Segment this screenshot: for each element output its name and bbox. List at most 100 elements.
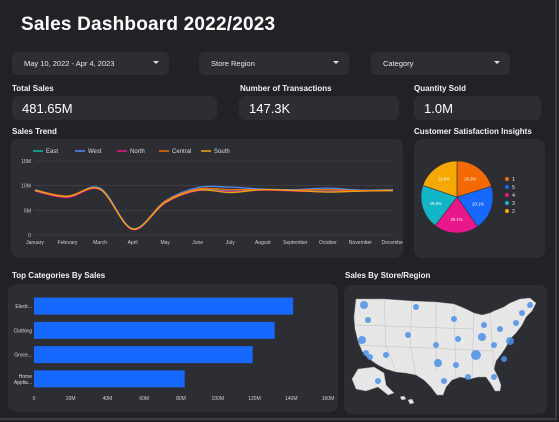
x-tick-label: 40M [103,396,113,402]
map-marker [513,320,519,326]
category-filter[interactable]: Category [371,52,510,75]
map-marker [451,316,457,322]
satisfaction-card: 20.2% 20.1% 20.1% 19.8% 19.8% 1 5 4 3 2 [414,139,545,258]
map-marker [491,342,497,348]
satisfaction-pie-chart: 20.2% 20.1% 20.1% 19.8% 19.8% 1 5 4 3 2 [420,160,515,234]
x-tick-label: October [319,240,337,246]
legend-label: East [46,149,58,155]
quantity-value: 1.0M [424,100,453,116]
category-label: Applia... [14,380,32,386]
map-marker [471,350,481,360]
pie-data-label: 19.8% [430,201,442,206]
quantity-label: Quantity Sold [414,84,466,93]
map-marker [527,302,533,308]
sales-trend-chart: 0 5M 10M 15M January February March April May Jun… [21,149,405,246]
store-region-label: Store Region [211,59,255,68]
by-store-heading: Sales By Store/Region [345,271,431,280]
category-label: Electr... [15,304,32,310]
alaska-shape [351,366,395,396]
category-bar [34,370,185,388]
hawaii-shape [399,395,415,405]
x-tick-label: March [93,240,107,246]
total-sales-value: 481.65M [22,100,73,116]
legend-swatch [505,193,509,197]
quantity-card: 1.0M [414,96,541,120]
store-region-filter[interactable]: Store Region [199,52,349,75]
legend-label: North [130,149,145,155]
series-line-central [34,187,394,230]
legend-label: South [214,149,230,155]
legend-label: 5 [512,185,515,191]
x-tick-label: August [255,240,271,246]
chevron-down-icon [333,61,339,64]
pie-data-label: 19.8% [438,176,450,181]
x-tick-label: 160M [322,396,335,402]
x-tick-label: November [349,240,372,246]
date-range-value: May 10, 2022 - Apr 4, 2023 [24,59,115,68]
x-tick-label: February [58,240,79,246]
total-sales-card: 481.65M [12,96,217,120]
category-label: Groce... [14,353,32,359]
map-marker [465,374,471,380]
map-marker [491,374,497,380]
legend-label: Central [172,149,191,155]
top-categories-card: 0 20M 40M 60M 80M 100M 120M 140M 160M Electr... Cl… [8,284,338,412]
x-tick-label: 100M [211,396,224,402]
x-tick-label: 140M [285,396,298,402]
map-marker [358,336,366,344]
page-title: Sales Dashboard 2022/2023 [21,14,276,35]
legend-swatch [505,209,509,213]
series-line-south [34,187,394,230]
map-marker [360,301,368,309]
category-label: Clothing [14,328,33,334]
y-tick-label: 0 [28,233,31,239]
map-marker [455,336,461,342]
legend-label: 3 [512,201,515,207]
map-marker [367,354,373,360]
map-marker [405,332,411,338]
map-marker [501,356,507,362]
legend-label: 2 [512,209,515,215]
legend-swatch [505,177,509,181]
x-tick-label: 20M [66,396,76,402]
x-tick-label: April [128,240,138,246]
sales-trend-card: 0 5M 10M 15M January February March April May Jun… [11,139,405,258]
series-line-west [34,185,394,230]
x-tick-label: 60M [139,396,149,402]
series-line-east [34,186,394,230]
total-sales-label: Total Sales [12,84,54,93]
x-tick-label: June [192,240,203,246]
transactions-value: 147.3K [249,100,291,116]
x-tick-label: December [381,240,403,246]
transactions-label: Number of Transactions [240,84,332,93]
x-tick-label: July [226,240,235,246]
map-marker [433,342,439,348]
map-marker [383,352,389,358]
legend-label: 1 [512,177,515,183]
map-marker [481,322,487,328]
legend-label: 4 [512,193,515,199]
y-tick-label: 15M [21,159,31,165]
legend-swatch [505,185,509,189]
category-label: Category [383,59,414,68]
map-marker [497,326,503,332]
map-marker [506,337,514,345]
map-marker [375,378,381,384]
map-marker [453,362,459,368]
y-tick-label: 10M [21,184,31,190]
date-range-filter[interactable]: May 10, 2022 - Apr 4, 2023 [12,52,169,75]
map-marker [365,317,371,323]
series-line-north [34,187,394,231]
legend-swatch [505,201,509,205]
pie-data-label: 20.2% [464,177,476,182]
category-bar [34,297,294,315]
sales-trend-heading: Sales Trend [12,127,57,136]
chevron-down-icon [494,61,500,64]
chevron-down-icon [153,61,159,64]
map-marker [441,378,447,384]
legend-label: West [88,149,102,155]
map-marker [478,333,486,341]
x-tick-label: 0 [33,396,36,402]
category-bar [34,321,275,339]
x-tick-label: September [283,240,308,246]
